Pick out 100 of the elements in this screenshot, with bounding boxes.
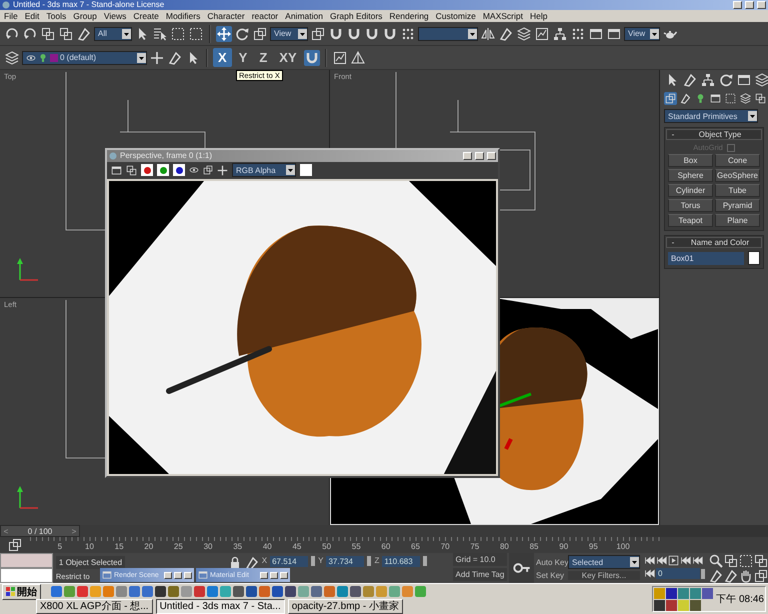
- maximize-button[interactable]: [745, 1, 754, 9]
- menu-item[interactable]: Rendering: [389, 11, 429, 21]
- channel-toggle[interactable]: [141, 164, 153, 176]
- spinner[interactable]: [423, 556, 428, 566]
- maximize-button[interactable]: [475, 152, 484, 160]
- menu-item[interactable]: Animation: [285, 11, 323, 21]
- spinner[interactable]: [367, 556, 372, 566]
- restore-button[interactable]: [164, 572, 172, 578]
- menu-item[interactable]: Views: [104, 11, 126, 21]
- maximize-button[interactable]: [174, 572, 182, 578]
- menu-item[interactable]: File: [4, 11, 18, 21]
- named-selection-field[interactable]: [418, 26, 478, 40]
- menu-item[interactable]: Edit: [24, 11, 40, 21]
- collapse-sign[interactable]: -: [667, 238, 679, 247]
- skip-icon[interactable]: [680, 555, 691, 566]
- checkbox[interactable]: [726, 144, 735, 152]
- quick-launch-icon[interactable]: [168, 586, 179, 597]
- auto-key-button[interactable]: Auto Key: [536, 558, 566, 566]
- close-button[interactable]: [280, 572, 288, 578]
- window-icon[interactable]: [111, 164, 122, 176]
- menu-item[interactable]: Create: [133, 11, 159, 21]
- menu-item[interactable]: Help: [530, 11, 548, 21]
- primitive-type-dropdown[interactable]: Standard Primitives: [664, 109, 758, 123]
- skip-icon[interactable]: [644, 568, 655, 579]
- time-slider-thumb[interactable]: < 0 / 100 >: [0, 525, 80, 537]
- taskbar-button[interactable]: opacity-27.bmp - 小畫家: [288, 599, 403, 614]
- quick-launch-icon[interactable]: [194, 586, 205, 597]
- dotted-rectangle-icon[interactable]: [739, 554, 753, 568]
- quick-launch-icon[interactable]: [246, 586, 257, 597]
- quick-launch-icon[interactable]: [311, 586, 322, 597]
- skip-icon[interactable]: [644, 555, 655, 566]
- menu-item[interactable]: reactor: [252, 11, 278, 21]
- rollout-header[interactable]: - Object Type: [666, 129, 762, 140]
- render-frame-dialog[interactable]: Perspective, frame 0 (1:1) RGB Alpha: [105, 148, 500, 478]
- reference-coordinate-dropdown[interactable]: View: [270, 26, 308, 40]
- wedge-icon[interactable]: [724, 569, 738, 583]
- close-button[interactable]: [487, 152, 496, 160]
- primitive-button[interactable]: Cylinder: [668, 184, 713, 197]
- wedge-icon[interactable]: [244, 556, 259, 570]
- coordinate-field[interactable]: 67.514: [270, 556, 308, 567]
- start-button[interactable]: 開始: [2, 584, 41, 600]
- hand-icon[interactable]: [739, 569, 753, 583]
- rollout-header[interactable]: - Name and Color: [666, 237, 762, 248]
- quick-launch-icon[interactable]: [155, 586, 166, 597]
- collapse-sign[interactable]: -: [667, 130, 679, 139]
- menu-item[interactable]: Customize: [436, 11, 476, 21]
- color-swatch[interactable]: [300, 164, 312, 176]
- axis-constraint-button[interactable]: Z: [254, 48, 272, 67]
- primitive-button[interactable]: Sphere: [668, 169, 713, 182]
- restore-button[interactable]: [260, 572, 268, 578]
- taskbar-button[interactable]: X800 XL AGP介面 - 想...: [36, 599, 153, 614]
- coordinate-field[interactable]: 110.683: [382, 556, 420, 567]
- menu-item[interactable]: Tools: [46, 11, 66, 21]
- quick-launch-icon[interactable]: [272, 586, 283, 597]
- taskbar-button[interactable]: Untitled - 3ds max 7 - Sta...: [156, 599, 285, 614]
- menu-item[interactable]: MAXScript: [482, 11, 523, 21]
- eye-icon[interactable]: [189, 165, 199, 176]
- menu-item[interactable]: Group: [73, 11, 97, 21]
- primitive-button[interactable]: Torus: [668, 199, 713, 212]
- skip-icon[interactable]: [656, 555, 667, 566]
- menu-item[interactable]: Modifiers: [166, 11, 200, 21]
- object-name-field[interactable]: Box01: [668, 252, 744, 264]
- quick-launch-icon[interactable]: [350, 586, 361, 597]
- tray-icon[interactable]: [690, 600, 702, 610]
- maxscript-listener-field[interactable]: [0, 568, 53, 583]
- key-filters-button[interactable]: Key Filters...: [568, 571, 640, 580]
- frame-field[interactable]: 0: [656, 568, 700, 579]
- axis-constraint-button[interactable]: Y: [234, 48, 252, 67]
- squares-icon[interactable]: [126, 164, 137, 176]
- maxscript-listener-field[interactable]: [0, 553, 53, 568]
- plus-icon[interactable]: [217, 164, 228, 176]
- channel-toggle[interactable]: [157, 164, 169, 176]
- close-button[interactable]: [184, 572, 192, 578]
- maximize-button[interactable]: [270, 572, 278, 578]
- primitive-button[interactable]: Box: [668, 154, 713, 167]
- channel-dropdown[interactable]: RGB Alpha: [232, 163, 296, 178]
- primitive-button[interactable]: Cone: [715, 154, 760, 167]
- channel-toggle[interactable]: [173, 164, 185, 176]
- tray-icon[interactable]: [654, 600, 666, 610]
- squares-icon[interactable]: [754, 554, 768, 568]
- magnifier-icon[interactable]: [709, 554, 723, 568]
- primitive-button[interactable]: GeoSphere: [715, 169, 760, 182]
- render-type-dropdown[interactable]: View: [624, 26, 660, 40]
- close-button[interactable]: [757, 1, 766, 9]
- spinner[interactable]: [311, 556, 316, 566]
- layer-dropdown[interactable]: 0 (default): [22, 50, 147, 64]
- primitive-button[interactable]: Teapot: [668, 214, 713, 227]
- quick-launch-icon[interactable]: [285, 586, 296, 597]
- squares-icon[interactable]: [724, 554, 738, 568]
- add-time-tag-button[interactable]: Add Time Tag: [452, 568, 508, 581]
- set-key-button[interactable]: Set Key: [536, 571, 566, 580]
- skip-icon[interactable]: [692, 555, 703, 566]
- menu-item[interactable]: Graph Editors: [330, 11, 382, 21]
- play-icon[interactable]: [668, 555, 679, 566]
- selection-filter-dropdown[interactable]: All: [94, 26, 132, 40]
- primitive-button[interactable]: Tube: [715, 184, 760, 197]
- spinner[interactable]: [701, 568, 705, 578]
- minimize-button[interactable]: [463, 152, 472, 160]
- axis-constraint-button[interactable]: X: [213, 48, 232, 67]
- menu-item[interactable]: Character: [207, 11, 245, 21]
